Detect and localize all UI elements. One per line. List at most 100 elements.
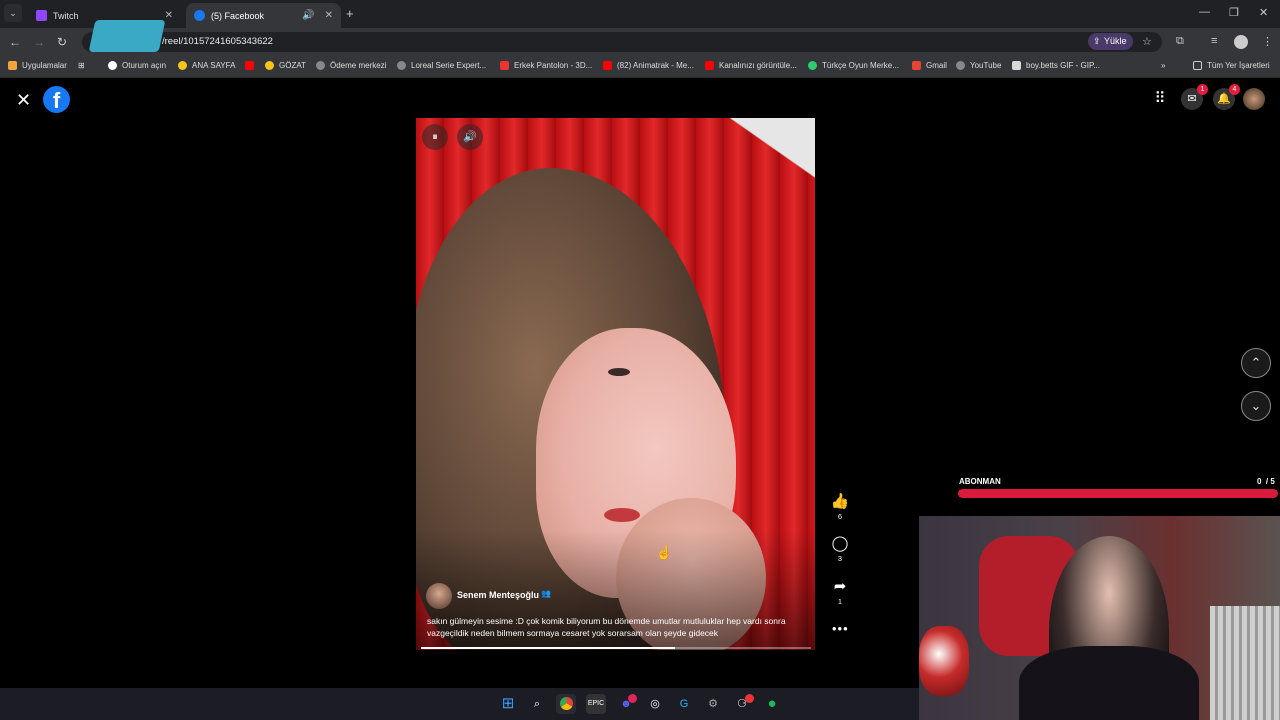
google-icon <box>108 61 117 70</box>
close-window-button[interactable]: ✕ <box>1259 6 1268 19</box>
redaction-shape <box>88 20 166 52</box>
close-tab-icon[interactable]: ✕ <box>165 10 173 21</box>
webcam-frame <box>1019 646 1199 720</box>
discord-badge-icon <box>628 694 637 703</box>
volume-button[interactable]: 🔊 <box>457 124 483 150</box>
menu-grid-icon[interactable]: ⠿ <box>1149 88 1171 110</box>
bookmark-item[interactable]: Loreal Serie Expert... <box>397 61 486 70</box>
search-icon[interactable]: ⌕ <box>527 694 547 714</box>
bookmark-label: Erkek Pantolon - 3D... <box>514 61 593 70</box>
friends-icon: 👥 <box>541 589 551 598</box>
logitech-icon[interactable]: G <box>674 694 694 714</box>
bookmark-item[interactable]: Kanalınızı görüntüle... <box>705 61 797 70</box>
globe-icon <box>956 61 965 70</box>
reload-button[interactable]: ↻ <box>57 35 67 49</box>
like-count: 6 <box>837 512 843 521</box>
bookmark-item[interactable]: GÖZAT <box>265 61 306 70</box>
bookmark-item[interactable]: (82) Animatrak - Me... <box>603 61 694 70</box>
youtube-bookmark[interactable] <box>245 61 259 70</box>
bookmark-label: Loreal Serie Expert... <box>411 61 487 70</box>
bookmark-item[interactable]: Ödeme merkezi <box>316 61 386 70</box>
sub-goal-count: 0 / 5 <box>1257 477 1275 486</box>
previous-reel-button[interactable]: ⌃ <box>1241 348 1271 378</box>
bookmark-item[interactable]: Oturum açın <box>108 61 166 70</box>
obs-icon[interactable]: ◎ <box>645 694 665 714</box>
minimize-button[interactable]: — <box>1199 6 1210 18</box>
forward-button[interactable]: → <box>33 35 45 49</box>
bookmark-item[interactable]: Türkçe Oyun Merke... <box>808 61 899 70</box>
bookmark-label: Gmail <box>926 61 947 70</box>
close-tab-icon[interactable]: ✕ <box>325 10 333 21</box>
menu-icon[interactable]: ⋮ <box>1262 35 1273 48</box>
speaker-icon[interactable]: 🔊 <box>302 10 314 21</box>
video-progress-bar[interactable] <box>421 647 811 649</box>
globe-icon <box>316 61 325 70</box>
tab-facebook[interactable]: (5) Facebook 🔊 ✕ <box>186 3 341 28</box>
bookmark-star-icon[interactable]: ☆ <box>1142 35 1152 48</box>
media-control-icon[interactable]: ≡ <box>1211 35 1217 47</box>
close-reel-icon[interactable]: ✕ <box>16 90 31 111</box>
facebook-logo[interactable]: f <box>43 86 70 113</box>
bookmark-item[interactable]: ANA SAYFA <box>178 61 235 70</box>
bookmark-label: Uygulamalar <box>22 61 67 70</box>
tab-title: (5) Facebook <box>211 10 265 21</box>
bookmark-label: Ödeme merkezi <box>330 61 387 70</box>
extensions-icon[interactable]: ⧉ <box>1176 35 1184 48</box>
notifications-badge: 4 <box>1229 84 1240 95</box>
site-icon <box>808 61 817 70</box>
upload-label: Yükle <box>1104 36 1127 46</box>
next-reel-button[interactable]: ⌄ <box>1241 391 1271 421</box>
epic-games-icon[interactable]: EPIC <box>586 694 606 714</box>
author-avatar[interactable] <box>426 583 452 609</box>
bookmark-item[interactable]: Gmail <box>912 61 947 70</box>
bookmark-item[interactable]: Erkek Pantolon - 3D... <box>500 61 592 70</box>
webcam-frame <box>1210 606 1280 720</box>
new-tab-button[interactable]: + <box>346 6 354 21</box>
spotify-icon[interactable]: ● <box>762 694 782 714</box>
more-bookmarks-icon[interactable]: » <box>1161 61 1165 70</box>
video-frame <box>705 118 815 188</box>
restore-button[interactable]: ❐ <box>1229 6 1239 19</box>
grid-icon[interactable]: ⊞ <box>78 61 85 70</box>
windows-start-icon[interactable]: ⊞ <box>498 694 518 714</box>
sub-current: 0 <box>1257 477 1262 486</box>
chrome-icon[interactable] <box>556 694 576 714</box>
pause-button[interactable]: ⏸ <box>422 124 448 150</box>
site-icon <box>178 61 187 70</box>
profile-avatar[interactable] <box>1234 35 1248 49</box>
bookmark-label: Türkçe Oyun Merke... <box>822 61 899 70</box>
youtube-icon <box>245 61 254 70</box>
bookmark-apps[interactable]: Uygulamalar <box>8 61 67 70</box>
bookmark-label: boy.betts GIF - GIP... <box>1026 61 1100 70</box>
account-avatar[interactable] <box>1243 88 1265 110</box>
like-button[interactable]: 👍 6 <box>827 493 853 521</box>
upload-button[interactable]: ⇪ Yükle <box>1088 33 1133 50</box>
share-button[interactable]: ➦ 1 <box>827 578 853 606</box>
url-text[interactable]: /reel/10157241605343622 <box>162 36 273 47</box>
comment-icon: ◯ <box>831 535 849 552</box>
more-options-icon[interactable]: ••• <box>832 621 849 636</box>
video-frame <box>604 508 640 522</box>
bookmark-label: Tüm Yer İşaretleri <box>1207 61 1270 70</box>
site-icon <box>265 61 274 70</box>
webcam-overlay <box>919 516 1280 720</box>
reel-video[interactable] <box>416 118 815 650</box>
back-button[interactable]: ← <box>9 35 21 49</box>
thumbs-up-icon: 👍 <box>830 493 850 510</box>
messenger-badge: 1 <box>1197 84 1208 95</box>
settings-gear-icon[interactable]: ⚙ <box>703 694 723 714</box>
tab-title: Twitch <box>53 10 79 21</box>
tab-search-button[interactable]: ⌄ <box>4 4 22 22</box>
video-frame <box>608 368 630 376</box>
all-bookmarks[interactable]: Tüm Yer İşaretleri <box>1193 61 1270 70</box>
author-name[interactable]: Senem Menteşoğlu <box>457 590 539 600</box>
youtube-icon <box>705 61 714 70</box>
bookmark-label: (82) Animatrak - Me... <box>617 61 694 70</box>
video-progress-fill <box>421 647 675 649</box>
bookmark-item[interactable]: YouTube <box>956 61 1001 70</box>
comment-button[interactable]: ◯ 3 <box>827 535 853 563</box>
globe-icon <box>397 61 406 70</box>
upload-icon: ⇪ <box>1093 36 1101 46</box>
bookmark-item[interactable]: boy.betts GIF - GIP... <box>1012 61 1100 70</box>
sub-goal-label: ABONMAN <box>959 477 1001 486</box>
